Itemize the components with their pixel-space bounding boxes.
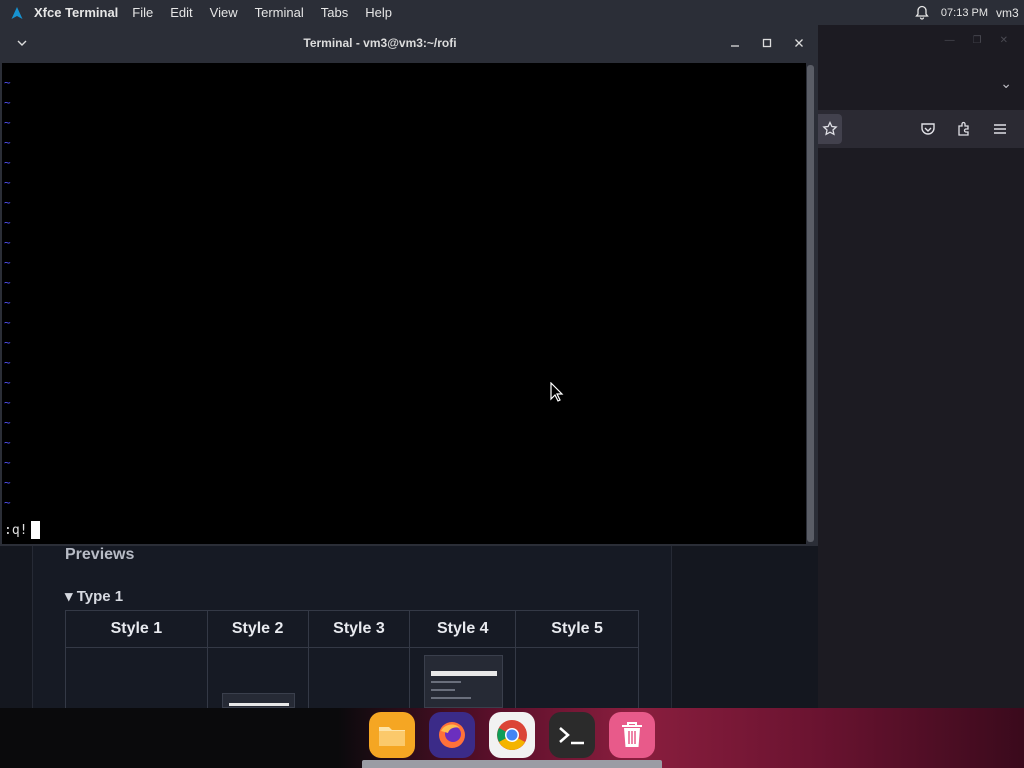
vim-empty-line-tilde: ~ [4,176,11,189]
maximize-icon[interactable] [759,35,775,51]
bookmark-star-icon[interactable] [818,114,842,144]
pocket-icon[interactable] [919,120,937,138]
trash-icon[interactable] [609,712,655,758]
menu-tabs[interactable]: Tabs [321,5,348,20]
vim-empty-line-tilde: ~ [4,196,11,209]
text-cursor [31,521,41,539]
vim-empty-line-tilde: ~ [4,496,11,509]
minimize-icon[interactable] [727,35,743,51]
vim-command-text: :q! [4,522,28,538]
table-cell [65,647,208,709]
type-1-heading[interactable]: ▾ Type 1 [65,587,123,605]
table-header-cell: Style 1 [65,610,208,648]
menu-edit[interactable]: Edit [170,5,192,20]
table-header-cell: Style 5 [515,610,639,648]
vim-empty-line-tilde: ~ [4,216,11,229]
vim-empty-line-tilde: ~ [4,76,11,89]
vim-command-line[interactable]: :q! [4,521,41,539]
terminal-title: Terminal - vm3@vm3:~/rofi [303,36,457,50]
vim-empty-line-tilde: ~ [4,136,11,149]
browser-close-icon[interactable]: ✕ [1000,35,1008,46]
bell-icon[interactable] [911,0,933,25]
vim-empty-line-tilde: ~ [4,316,11,329]
browser-toolbar [818,110,1024,148]
top-panel: Xfce Terminal File Edit View Terminal Ta… [0,0,1024,25]
terminal-icon[interactable] [549,712,595,758]
hamburger-menu-icon[interactable] [991,120,1009,138]
vim-empty-line-tilde: ~ [4,276,11,289]
style-2-preview-thumbnail[interactable] [222,693,295,708]
close-icon[interactable] [791,35,807,51]
extensions-icon[interactable] [955,120,973,138]
table-header-cell: Style 2 [206,610,309,648]
styles-table: Style 1 Style 2 Style 3 Style 4 Style 5 [65,610,639,709]
table-header-row: Style 1 Style 2 Style 3 Style 4 Style 5 [65,610,639,648]
previews-heading: Previews [65,546,135,563]
panel-user[interactable]: vm3 [996,6,1024,20]
vim-empty-line-tilde: ~ [4,336,11,349]
active-app-name: Xfce Terminal [34,5,119,20]
menu-view[interactable]: View [210,5,238,20]
terminal-window: Terminal - vm3@vm3:~/rofi :q! ~ ~ ~ ~ ~ ~ ~ ~ ~ ~… [0,25,818,546]
browser-window-controls: — ❐ ✕ [945,35,1024,46]
browser-window: — ❐ ✕ ⌄ [818,25,1024,708]
menu-terminal[interactable]: Terminal [255,5,304,20]
vim-empty-line-tilde: ~ [4,296,11,309]
firefox-icon[interactable] [429,712,475,758]
vim-empty-line-tilde: ~ [4,236,11,249]
vim-empty-line-tilde: ~ [4,116,11,129]
dock-indicator-strip [362,760,662,768]
browser-restore-icon[interactable]: ❐ [973,35,982,46]
vim-empty-line-tilde: ~ [4,96,11,109]
panel-clock[interactable]: 07:13 PM [941,7,988,19]
panel-tray: 07:13 PM vm3 [911,0,1024,25]
menu-file[interactable]: File [132,5,153,20]
vim-empty-line-tilde: ~ [4,376,11,389]
style-4-preview-thumbnail[interactable] [424,655,503,708]
terminal-scrollbar[interactable] [807,65,814,542]
dock [362,708,662,768]
terminal-titlebar[interactable]: Terminal - vm3@vm3:~/rofi [0,25,818,63]
table-cell [307,647,411,709]
vim-empty-line-tilde: ~ [4,436,11,449]
vim-empty-line-tilde: ~ [4,356,11,369]
vim-empty-line-tilde: ~ [4,416,11,429]
table-header-cell: Style 3 [307,610,411,648]
vim-empty-line-tilde: ~ [4,476,11,489]
mouse-pointer-icon [550,381,564,407]
table-cell [515,647,639,709]
vim-empty-line-tilde: ~ [4,456,11,469]
arch-logo-icon[interactable] [0,0,34,25]
files-icon[interactable] [369,712,415,758]
table-header-cell: Style 4 [409,610,517,648]
vim-empty-line-tilde: ~ [4,156,11,169]
terminal-body[interactable]: :q! ~ ~ ~ ~ ~ ~ ~ ~ ~ ~ ~ ~ ~ ~ ~ ~ ~ ~ ~ ~ ~ ~ [2,63,806,544]
table-row [65,647,639,709]
chrome-icon[interactable] [489,712,535,758]
vim-empty-line-tilde: ~ [4,256,11,269]
tab-list-chevron-icon[interactable]: ⌄ [1000,75,1012,92]
browser-minimize-icon[interactable]: — [945,35,955,46]
vim-empty-line-tilde: ~ [4,396,11,409]
menu-help[interactable]: Help [365,5,392,20]
